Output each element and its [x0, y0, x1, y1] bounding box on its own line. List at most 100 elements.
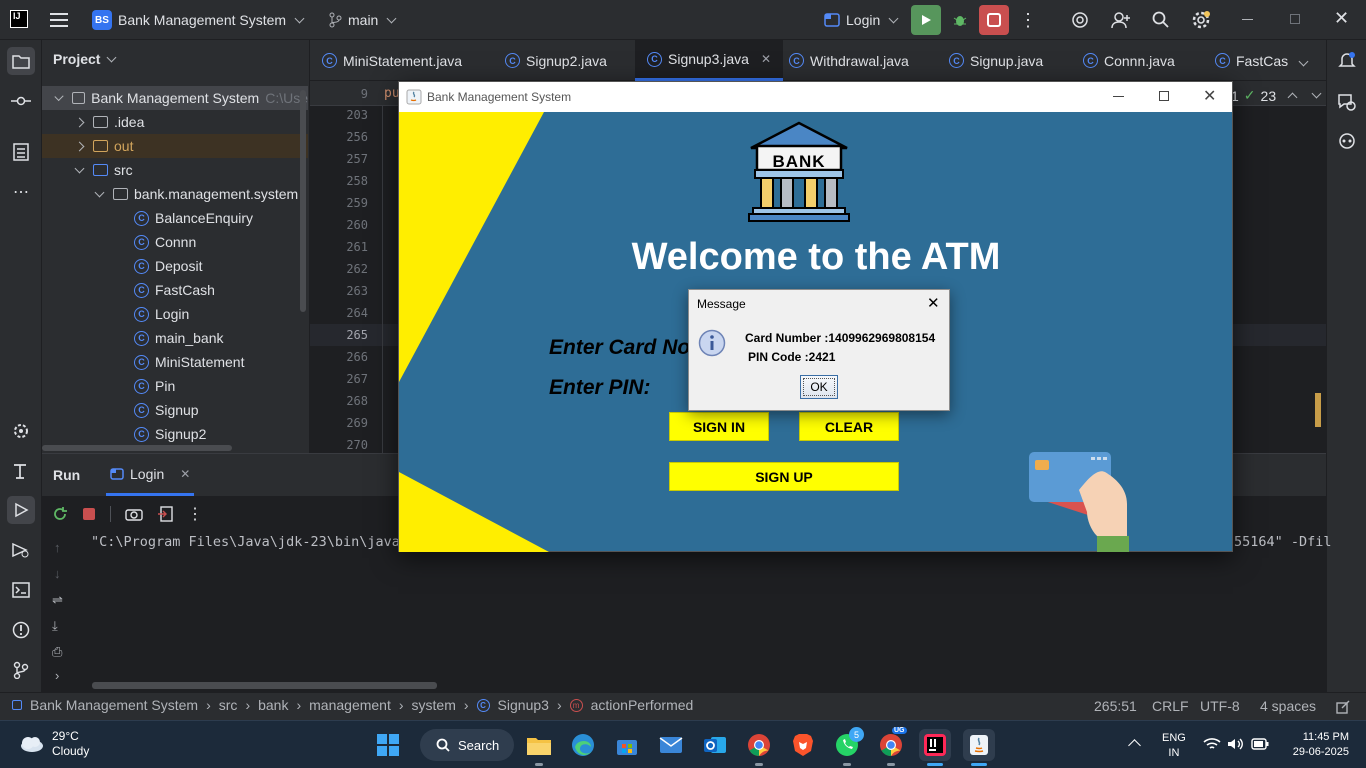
build-hammer-icon[interactable] — [7, 457, 35, 485]
mail-icon[interactable] — [655, 729, 687, 761]
project-vertical-scrollbar[interactable] — [300, 90, 306, 312]
run-config-selector[interactable]: Login — [824, 7, 899, 33]
close-window-icon[interactable]: ✕ — [1334, 8, 1349, 29]
tree-class[interactable]: C Deposit — [134, 254, 202, 278]
breadcrumb-item[interactable]: bank — [258, 697, 288, 713]
clock[interactable]: 11:45 PM 29-06-2025 — [1283, 730, 1349, 760]
readonly-lock-icon[interactable] — [1336, 700, 1350, 714]
tree-class[interactable]: C Signup2 — [134, 422, 206, 446]
ai-assistant-icon[interactable] — [1065, 5, 1095, 35]
scroll-to-end-icon[interactable]: ⤓ — [52, 618, 58, 634]
tab-fastcash[interactable]: C FastCas — [1215, 40, 1288, 81]
stop-button[interactable] — [979, 5, 1009, 35]
exit-icon[interactable] — [157, 506, 173, 522]
chevron-up-icon[interactable] — [1287, 92, 1298, 103]
tab-ministatement[interactable]: C MiniStatement.java — [322, 40, 462, 81]
settings-gear-icon[interactable] — [1186, 5, 1216, 35]
tab-signup2[interactable]: C Signup2.java — [505, 40, 607, 81]
project-folder-icon[interactable] — [7, 47, 35, 75]
tree-class[interactable]: C Pin — [134, 374, 175, 398]
chrome-profile-icon[interactable]: UG — [875, 727, 907, 761]
close-tab-icon[interactable]: ✕ — [761, 52, 771, 66]
copilot-icon[interactable] — [1333, 127, 1361, 155]
tree-folder-src[interactable]: src — [74, 158, 133, 182]
services-icon[interactable] — [7, 417, 35, 445]
whatsapp-icon[interactable]: 5 — [831, 727, 864, 761]
outlook-icon[interactable] — [699, 729, 731, 761]
maximize-icon[interactable] — [1290, 14, 1300, 24]
windows-start-icon[interactable] — [372, 729, 404, 761]
console-output-left[interactable]: "C:\Program Files\Java\jdk-23\bin\java — [91, 534, 400, 550]
ai-chat-icon[interactable] — [1333, 88, 1361, 116]
tree-class[interactable]: C Connn — [134, 230, 196, 254]
language-indicator[interactable]: ENG IN — [1162, 731, 1186, 761]
breadcrumb-item[interactable]: actionPerformed — [591, 697, 694, 713]
branch-switcher[interactable]: main — [328, 7, 397, 33]
atm-close-icon[interactable]: ✕ — [1203, 86, 1216, 106]
brave-browser-icon[interactable] — [787, 729, 819, 761]
indent-setting[interactable]: 4 spaces — [1260, 698, 1316, 714]
scroll-down-arrow-icon[interactable]: ↓ — [54, 566, 61, 581]
run-tab-login[interactable]: Login ✕ — [106, 454, 195, 496]
debug-tool-icon[interactable] — [7, 536, 35, 564]
soft-wrap-icon[interactable]: ⇌ — [52, 592, 63, 608]
dialog-close-icon[interactable]: ✕ — [927, 294, 940, 312]
main-menu-icon[interactable] — [44, 5, 74, 35]
console-output-right[interactable]: 55164" -Dfil — [1234, 534, 1332, 550]
project-switcher[interactable]: BS Bank Management System — [84, 7, 311, 33]
java-app-icon[interactable] — [963, 729, 995, 761]
chrome-icon[interactable] — [743, 729, 775, 761]
intellij-taskbar-icon[interactable] — [919, 729, 951, 761]
file-explorer-icon[interactable] — [523, 729, 555, 761]
sign-up-button[interactable]: SIGN UP — [669, 462, 899, 491]
tree-folder-idea[interactable]: .idea — [74, 110, 144, 134]
microsoft-store-icon[interactable] — [611, 729, 643, 761]
battery-icon[interactable] — [1251, 738, 1269, 750]
weather-widget[interactable]: 29°C Cloudy — [18, 729, 89, 759]
console-horizontal-scrollbar[interactable] — [92, 682, 437, 689]
scroll-up-arrow-icon[interactable]: ↑ — [54, 540, 61, 555]
camera-icon[interactable] — [125, 507, 143, 521]
close-tab-icon[interactable]: ✕ — [180, 467, 190, 481]
clear-button[interactable]: CLEAR — [799, 412, 899, 441]
edge-browser-icon[interactable] — [567, 729, 599, 761]
atm-window-titlebar[interactable]: Bank Management System ✕ — [399, 82, 1232, 112]
volume-icon[interactable] — [1227, 737, 1245, 751]
run-tool-icon[interactable] — [7, 496, 35, 524]
tree-class[interactable]: C FastCash — [134, 278, 215, 302]
rerun-button[interactable] — [911, 5, 941, 35]
minimize-icon[interactable] — [1242, 19, 1253, 20]
cursor-position[interactable]: 265:51 — [1094, 698, 1137, 714]
more-options-icon[interactable]: ⋮ — [187, 504, 203, 524]
dialog-ok-button[interactable]: OK — [800, 375, 838, 399]
debug-button[interactable] — [945, 5, 975, 35]
tab-signup3[interactable]: C Signup3.java ✕ — [635, 40, 784, 81]
commit-icon[interactable] — [7, 87, 35, 115]
atm-minimize-icon[interactable] — [1113, 96, 1124, 97]
breadcrumb-item[interactable]: management — [309, 697, 391, 713]
tree-class[interactable]: C MiniStatement — [134, 350, 244, 374]
project-panel-header[interactable]: Project — [53, 51, 117, 67]
taskbar-search[interactable]: Search — [420, 729, 514, 761]
rerun-icon[interactable] — [52, 506, 68, 522]
add-user-icon[interactable] — [1106, 5, 1136, 35]
expand-chevron-icon[interactable]: › — [55, 668, 59, 683]
breadcrumb-item[interactable]: src — [219, 697, 238, 713]
breadcrumb-item[interactable]: Signup3 — [498, 697, 549, 713]
structure-icon[interactable] — [7, 138, 35, 166]
more-actions-icon[interactable]: ⋮ — [1013, 5, 1043, 35]
terminal-icon[interactable] — [7, 576, 35, 604]
file-encoding[interactable]: UTF-8 — [1200, 698, 1240, 714]
tab-withdrawal[interactable]: C Withdrawal.java — [789, 40, 909, 81]
tab-signup[interactable]: C Signup.java — [949, 40, 1043, 81]
tree-folder-out[interactable]: out — [42, 134, 308, 158]
line-separator[interactable]: CRLF — [1152, 698, 1189, 714]
tree-class[interactable]: Cmain_bank — [134, 326, 224, 350]
stop-icon[interactable] — [82, 507, 96, 521]
problems-icon[interactable] — [7, 616, 35, 644]
chevron-down-icon[interactable] — [1311, 88, 1322, 99]
more-tools-icon[interactable]: ⋯ — [7, 178, 35, 206]
tree-class[interactable]: C BalanceEnquiry — [134, 206, 253, 230]
sign-in-button[interactable]: SIGN IN — [669, 412, 769, 441]
breadcrumb-item[interactable]: Bank Management System — [30, 697, 198, 713]
